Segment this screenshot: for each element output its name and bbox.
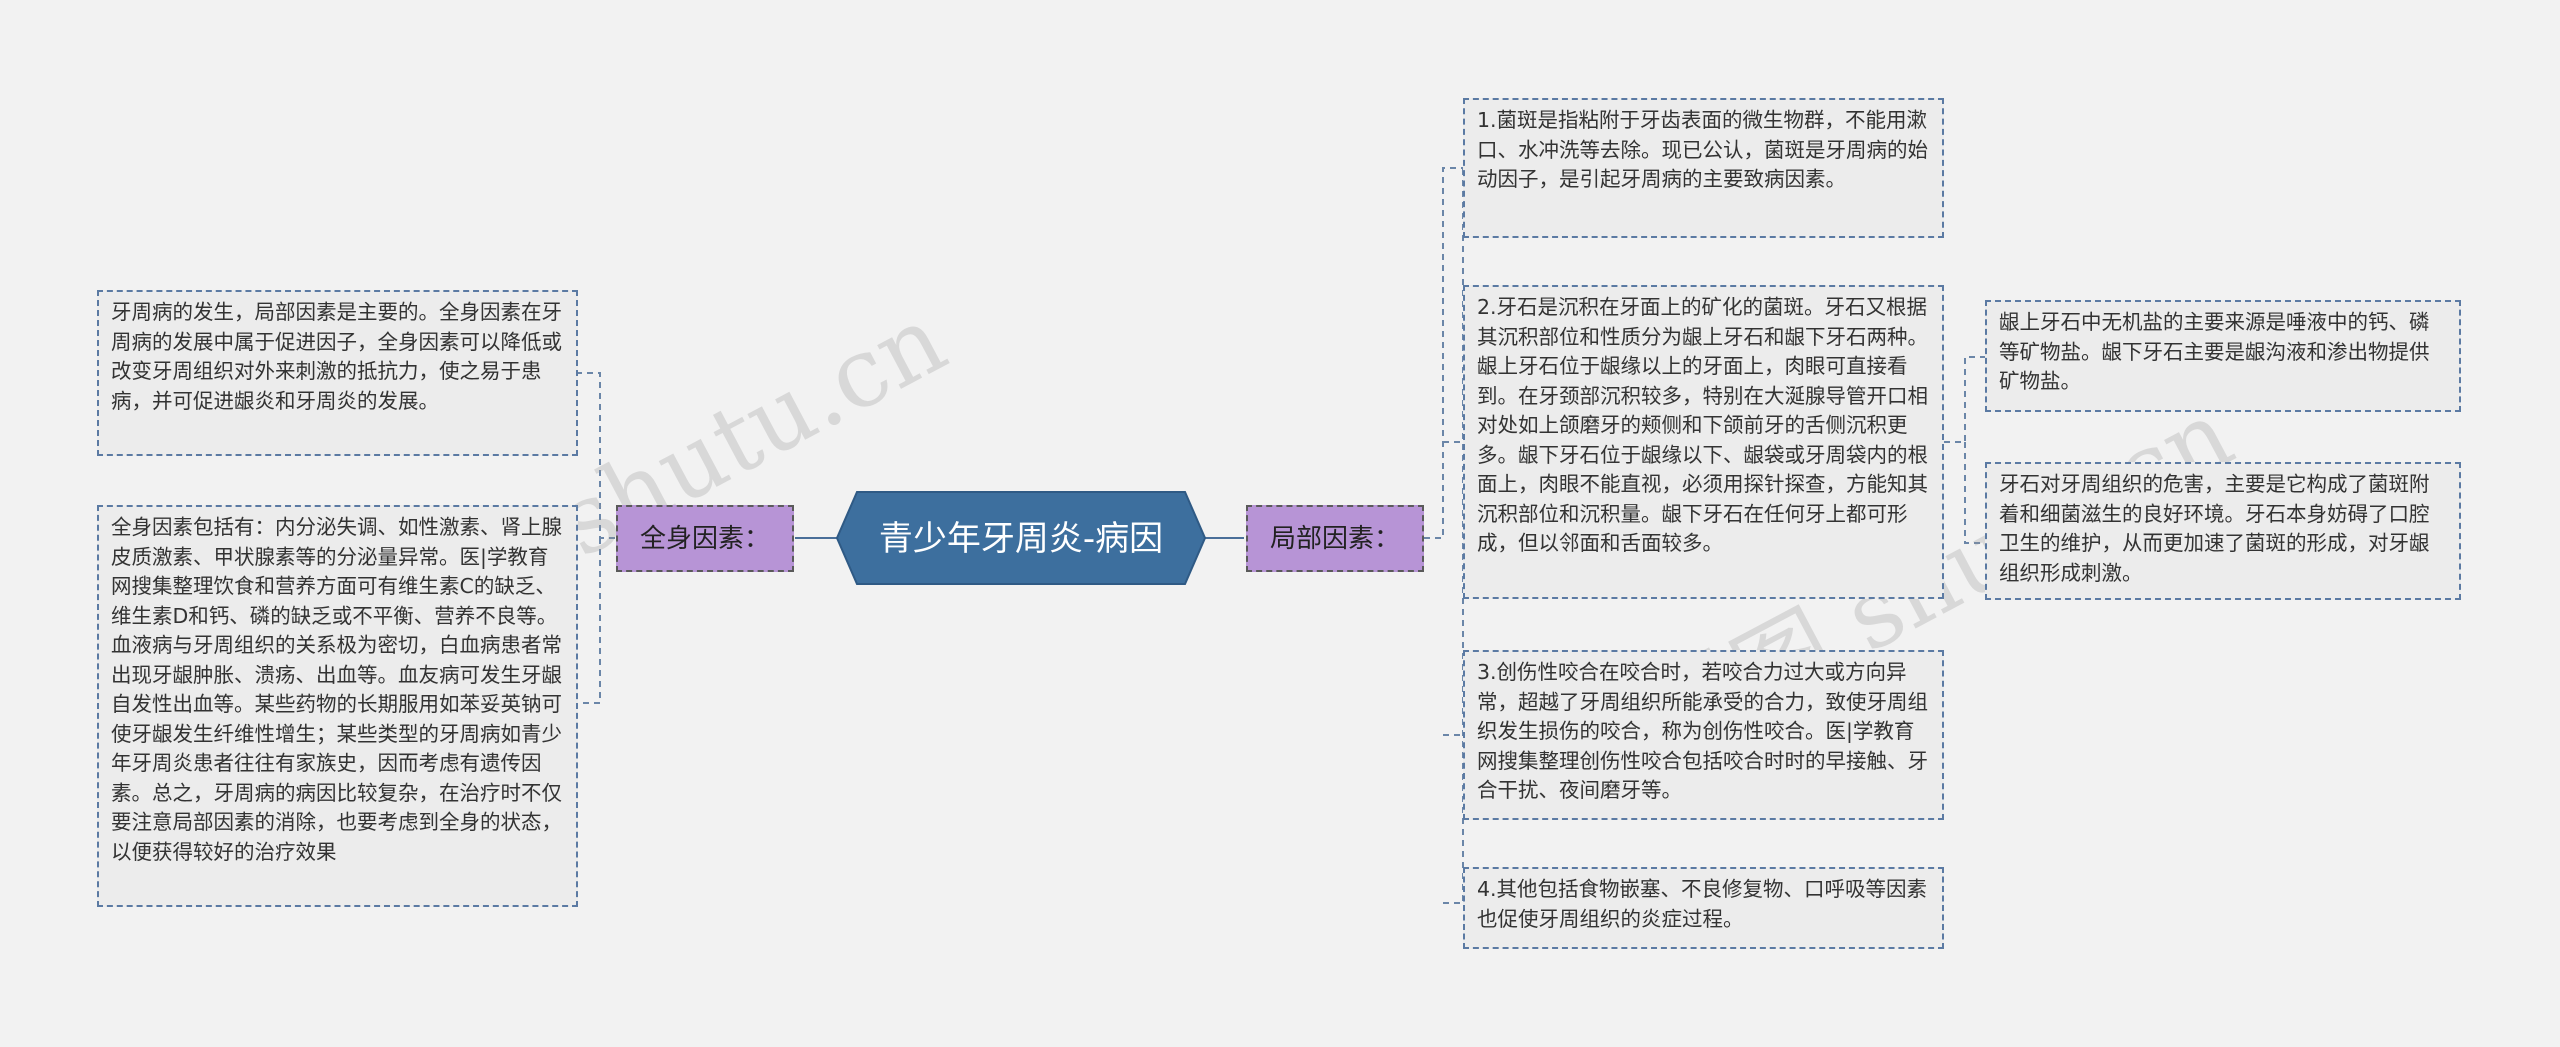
right-leaf-occlusal-trauma[interactable]: 3.创伤性咬合在咬合时，若咬合力过大或方向异常，超越了牙周组织所能承受的合力，致… xyxy=(1463,650,1944,820)
category-systemic-factors[interactable]: 全身因素： xyxy=(616,505,794,572)
connector-sub-bracket xyxy=(1944,356,1985,544)
sub-leaf-calculus-harm[interactable]: 牙石对牙周组织的危害，主要是它构成了菌斑附着和细菌滋生的良好环境。牙石本身妨碍了… xyxy=(1985,462,2461,600)
right-leaf-other-factors[interactable]: 4.其他包括食物嵌塞、不良修复物、口呼吸等因素也促使牙周组织的炎症过程。 xyxy=(1463,867,1944,949)
category-local-factors[interactable]: 局部因素： xyxy=(1246,505,1424,572)
sub-leaf-calculus-minerals[interactable]: 龈上牙石中无机盐的主要来源是唾液中的钙、磷等矿物盐。龈下牙石主要是龈沟液和渗出物… xyxy=(1985,300,2461,412)
root-label: 青少年牙周炎-病因 xyxy=(879,519,1163,559)
right-leaf-calculus[interactable]: 2.牙石是沉积在牙面上的矿化的菌斑。牙石又根据其沉积部位和性质分为龈上牙石和龈下… xyxy=(1463,285,1944,599)
root-node[interactable]: 青少年牙周炎-病因 xyxy=(835,490,1207,586)
left-leaf-systemic-details[interactable]: 全身因素包括有：内分泌失调、如性激素、肾上腺皮质激素、甲状腺素等的分泌量异常。医… xyxy=(97,505,578,907)
connector-right-bracket xyxy=(1424,167,1464,904)
left-leaf-systemic-overview[interactable]: 牙周病的发生，局部因素是主要的。全身因素在牙周病的发展中属于促进因子，全身因素可… xyxy=(97,290,578,456)
connector-left-bracket xyxy=(578,372,615,704)
right-leaf-plaque[interactable]: 1.菌斑是指粘附于牙齿表面的微生物群，不能用漱口、水冲洗等去除。现已公认，菌斑是… xyxy=(1463,98,1944,238)
